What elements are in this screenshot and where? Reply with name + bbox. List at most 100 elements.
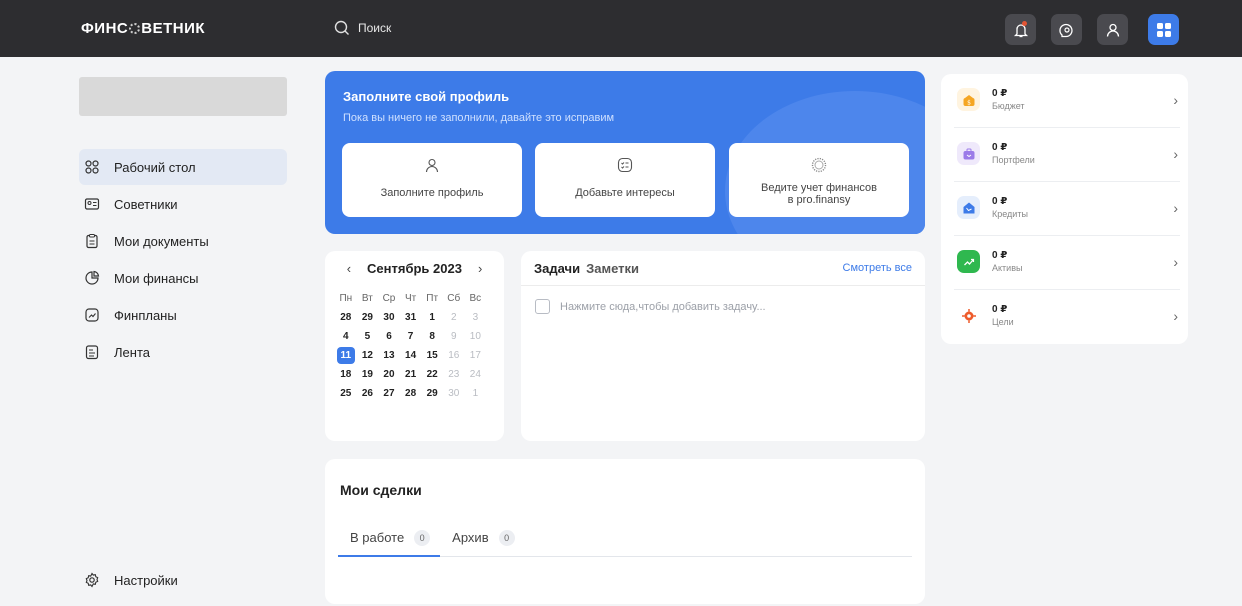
calendar-day[interactable]: 30 — [443, 384, 465, 403]
next-month-button[interactable]: › — [478, 261, 482, 276]
summary-row-budget[interactable]: $ 0 ₽ Бюджет › — [941, 74, 1188, 128]
summary-row-assets[interactable]: 0 ₽ Активы › — [941, 236, 1188, 290]
tab-tasks[interactable]: Задачи — [534, 261, 580, 276]
sidebar-item-finplans[interactable]: Финпланы — [79, 297, 287, 333]
summary-amount: 0 ₽ — [992, 250, 1008, 261]
calendar-day[interactable]: 29 — [421, 384, 443, 403]
summary-amount: 0 ₽ — [992, 88, 1008, 99]
calendar-day[interactable]: 9 — [443, 327, 465, 346]
calendar-day[interactable]: 24 — [465, 365, 487, 384]
calendar-day[interactable]: 28 — [335, 308, 357, 327]
profile-banner: Заполните свой профиль Пока вы ничего не… — [325, 71, 925, 234]
sidebar-item-dashboard[interactable]: Рабочий стол — [79, 149, 287, 185]
sidebar-item-settings[interactable]: Настройки — [79, 562, 287, 598]
calendar-day[interactable]: 6 — [378, 327, 400, 346]
chart-icon — [85, 308, 99, 322]
sidebar-item-advisors[interactable]: Советники — [79, 186, 287, 222]
tab-notes[interactable]: Заметки — [586, 261, 639, 276]
chevron-right-icon: › — [1173, 254, 1178, 270]
calendar-day[interactable]: 27 — [378, 384, 400, 403]
add-task-placeholder: Нажмите сюда,чтобы добавить задачу... — [560, 300, 766, 313]
weekday-label: Пн — [339, 293, 353, 304]
search-field[interactable]: Поиск — [334, 15, 391, 41]
finansy-logo-icon — [811, 157, 827, 173]
calendar-day[interactable]: 18 — [335, 365, 357, 384]
calendar-day[interactable]: 15 — [421, 346, 443, 365]
calendar-day[interactable]: 31 — [400, 308, 422, 327]
calendar-day[interactable]: 8 — [421, 327, 443, 346]
logo-text-right: ВЕТНИК — [141, 20, 206, 37]
calendar-day[interactable]: 13 — [378, 346, 400, 365]
summary-row-portfolios[interactable]: 0 ₽ Портфели › — [941, 128, 1188, 182]
prev-month-button[interactable]: ‹ — [347, 261, 351, 276]
calendar-day[interactable]: 1 — [465, 384, 487, 403]
dashboard-icon — [85, 160, 99, 174]
calendar-day[interactable]: 1 — [421, 308, 443, 327]
calendar-day[interactable]: 19 — [357, 365, 379, 384]
search-icon — [334, 20, 349, 35]
logo-mark-icon — [129, 23, 141, 34]
weekday-label: Чт — [404, 293, 417, 304]
calendar-day[interactable]: 14 — [400, 346, 422, 365]
add-interests-card[interactable]: Добавьте интересы — [535, 143, 715, 217]
calendar-day[interactable]: 4 — [335, 327, 357, 346]
calculator-icon — [1156, 22, 1171, 37]
sidebar-item-finances[interactable]: Мои финансы — [79, 260, 287, 296]
profile-button[interactable] — [1097, 14, 1128, 45]
see-all-link[interactable]: Смотреть все — [843, 262, 912, 274]
id-card-icon — [84, 198, 100, 210]
summary-row-goals[interactable]: 0 ₽ Цели › — [941, 290, 1188, 344]
summary-label: Кредиты — [992, 209, 1028, 219]
notifications-button[interactable] — [1005, 14, 1036, 45]
summary-row-credits[interactable]: 0 ₽ Кредиты › — [941, 182, 1188, 236]
calendar-day[interactable]: 10 — [465, 327, 487, 346]
user-card-placeholder[interactable] — [79, 77, 287, 116]
deals-widget: Мои сделки В работе 0 Архив 0 — [325, 459, 925, 604]
card-label: Добавьте интересы — [575, 187, 675, 199]
calendar-day[interactable]: 30 — [378, 308, 400, 327]
calendar-day[interactable]: 20 — [378, 365, 400, 384]
task-checkbox[interactable] — [535, 299, 550, 314]
chevron-right-icon: › — [1173, 308, 1178, 324]
calendar-day[interactable]: 26 — [357, 384, 379, 403]
calendar-day[interactable]: 17 — [465, 346, 487, 365]
calendar-day[interactable]: 16 — [443, 346, 465, 365]
calendar-day[interactable]: 23 — [443, 365, 465, 384]
svg-text:$: $ — [967, 99, 971, 106]
deals-title: Мои сделки — [340, 482, 422, 498]
support-button[interactable] — [1051, 14, 1082, 45]
briefcase-icon — [957, 142, 980, 165]
calendar-day[interactable]: 21 — [400, 365, 422, 384]
wallet-icon: $ — [957, 88, 980, 111]
calendar-header: ‹ Сентябрь 2023 › — [325, 261, 504, 276]
calendar-day[interactable]: 12 — [357, 346, 379, 365]
track-finances-card[interactable]: Ведите учет финансов в pro.finansy — [729, 143, 909, 217]
calendar-day[interactable]: 3 — [465, 308, 487, 327]
tasks-widget: Задачи Заметки Смотреть все Нажмите сюда,… — [521, 251, 925, 441]
calendar-day[interactable]: 5 — [357, 327, 379, 346]
pie-chart-icon — [85, 270, 100, 285]
calculator-button[interactable] — [1148, 14, 1179, 45]
weekday-label: Вт — [361, 293, 373, 304]
calendar-day[interactable]: 25 — [335, 384, 357, 403]
weekday-label: Вс — [469, 293, 482, 304]
calendar-day[interactable]: 22 — [421, 365, 443, 384]
weekday-label: Сб — [447, 293, 461, 304]
calendar-day[interactable]: 28 — [400, 384, 422, 403]
user-icon — [1106, 23, 1119, 37]
divider — [521, 285, 925, 286]
sidebar-item-documents[interactable]: Мои документы — [79, 223, 287, 259]
tab-in-progress[interactable]: В работе 0 — [338, 530, 441, 557]
calendar-day-today[interactable]: 11 — [336, 347, 355, 364]
add-task-input[interactable]: Нажмите сюда,чтобы добавить задачу... — [535, 299, 766, 314]
logo[interactable]: ФИНС ВЕТНИК — [81, 20, 205, 37]
sidebar-item-feed[interactable]: Лента — [79, 334, 287, 370]
calendar-day[interactable]: 7 — [400, 327, 422, 346]
sidebar-item-label: Лента — [114, 344, 150, 360]
calendar-day[interactable]: 2 — [443, 308, 465, 327]
summary-amount: 0 ₽ — [992, 142, 1008, 153]
tab-archive[interactable]: Архив 0 — [440, 530, 524, 557]
calendar-day[interactable]: 29 — [357, 308, 379, 327]
fill-profile-card[interactable]: Заполните профиль — [342, 143, 522, 217]
notification-dot — [1022, 21, 1027, 26]
